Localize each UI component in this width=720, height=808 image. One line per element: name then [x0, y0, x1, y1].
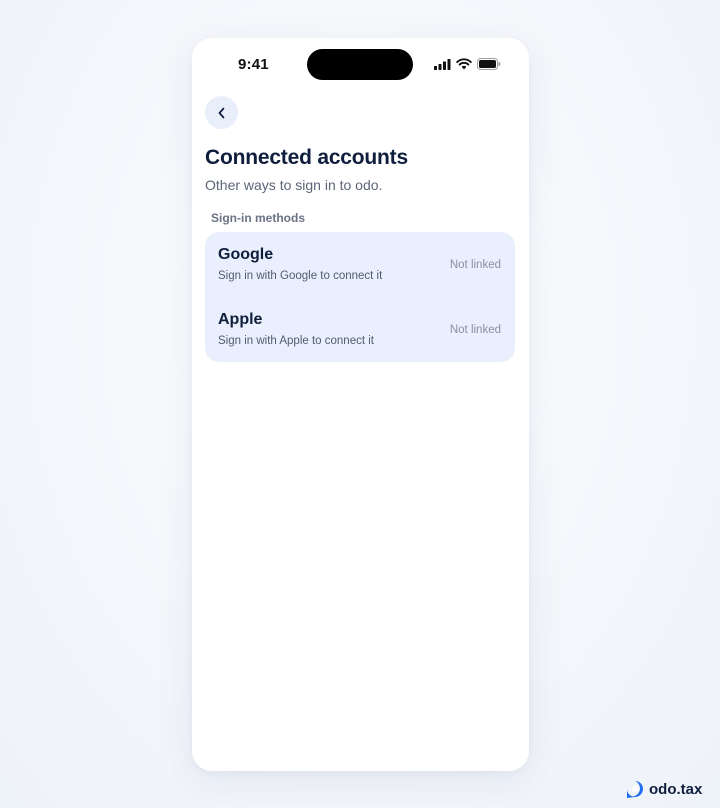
method-name: Google — [218, 246, 274, 263]
wifi-icon — [456, 58, 472, 70]
chevron-left-icon — [218, 107, 224, 118]
section-label: Sign-in methods — [211, 211, 305, 225]
method-description: Sign in with Google to connect it — [218, 270, 383, 282]
brand-watermark: odo.tax — [626, 780, 702, 799]
method-description: Sign in with Apple to connect it — [218, 335, 374, 347]
sign-in-methods-card: Google Sign in with Google to connect it… — [205, 232, 515, 362]
back-button[interactable] — [205, 96, 238, 129]
phone-screen: 9:41 Connected accounts Other ways to si… — [192, 38, 529, 771]
page-title: Connected accounts — [205, 146, 408, 169]
signal-icon — [434, 58, 451, 70]
odo-logo-icon — [627, 781, 644, 798]
battery-icon — [477, 58, 501, 70]
method-name: Apple — [218, 311, 263, 328]
dynamic-island — [307, 49, 413, 80]
method-row-google[interactable]: Google Sign in with Google to connect it… — [205, 232, 515, 297]
status-icons — [434, 58, 501, 70]
page-subtitle: Other ways to sign in to odo. — [205, 177, 383, 193]
link-status: Not linked — [449, 259, 501, 271]
link-status: Not linked — [449, 324, 501, 336]
brand-name: odo.tax — [649, 781, 703, 798]
status-time: 9:41 — [238, 56, 269, 73]
method-row-apple[interactable]: Apple Sign in with Apple to connect it N… — [205, 297, 515, 362]
